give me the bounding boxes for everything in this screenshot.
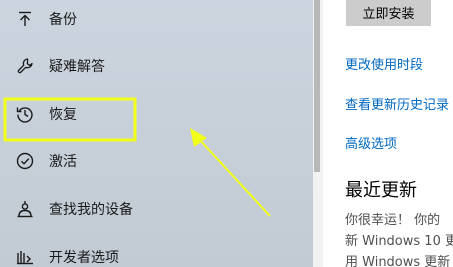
sidebar-item-find-my-device[interactable]: 查找我的设备 bbox=[0, 186, 313, 232]
upload-arrow-icon bbox=[15, 9, 35, 29]
recent-updates-text-line: 新 Windows 10 更 bbox=[345, 234, 453, 249]
sidebar-scrollbar[interactable] bbox=[314, 0, 320, 172]
install-now-button[interactable]: 立即安装 bbox=[346, 0, 431, 26]
advanced-options-link[interactable]: 高级选项 bbox=[345, 133, 397, 152]
sidebar-item-label: 查找我的设备 bbox=[49, 202, 133, 218]
sidebar-item-recovery[interactable]: 恢复 bbox=[0, 91, 313, 137]
sidebar-item-troubleshoot[interactable]: 疑难解答 bbox=[0, 43, 313, 89]
sidebar-item-label: 激活 bbox=[49, 154, 77, 170]
sidebar-item-activation[interactable]: 激活 bbox=[0, 138, 313, 184]
main-content: 立即安装 更改使用时段 查看更新历史记录 高级选项 最近更新 你很幸运！ 你的 … bbox=[323, 0, 453, 267]
recent-updates-text-line: 你很幸运！ 你的 bbox=[345, 213, 441, 228]
sidebar-item-label: 备份 bbox=[49, 12, 77, 28]
change-active-hours-link[interactable]: 更改使用时段 bbox=[345, 54, 423, 73]
recent-updates-text-line: 用 Windows 更新 bbox=[345, 255, 451, 267]
recent-updates-heading: 最近更新 bbox=[345, 180, 417, 201]
settings-sidebar: 备份 疑难解答 恢复 激活 查找我的设备 开发者选项 bbox=[0, 0, 313, 267]
sidebar-item-developer-options[interactable]: 开发者选项 bbox=[0, 234, 313, 267]
wrench-icon bbox=[15, 56, 35, 76]
view-update-history-link[interactable]: 查看更新历史记录 bbox=[345, 94, 449, 113]
history-icon bbox=[15, 104, 35, 124]
sidebar-item-label: 疑难解答 bbox=[49, 59, 105, 75]
sidebar-item-label: 恢复 bbox=[49, 107, 77, 123]
person-locate-icon bbox=[15, 199, 35, 219]
sidebar-item-backup[interactable]: 备份 bbox=[0, 0, 313, 42]
sidebar-item-label: 开发者选项 bbox=[49, 250, 119, 266]
developer-tools-icon bbox=[15, 247, 35, 267]
check-circle-icon bbox=[15, 151, 35, 171]
